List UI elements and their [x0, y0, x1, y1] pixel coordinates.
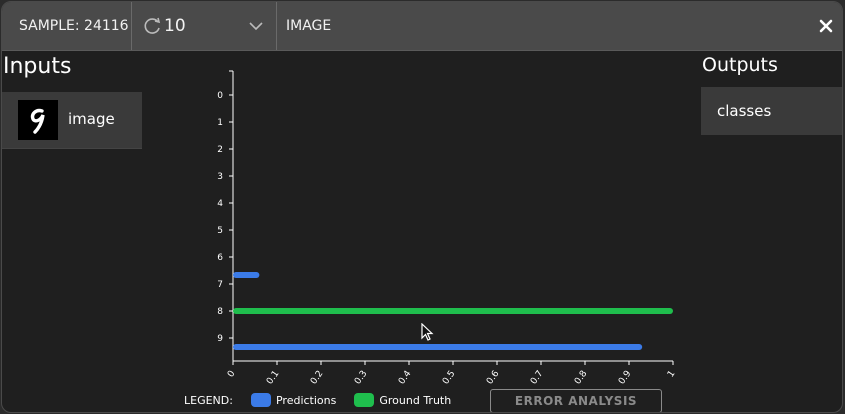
- view-title: IMAGE: [286, 18, 332, 34]
- legend: LEGEND: Predictions Ground Truth: [184, 391, 469, 409]
- y-tick-label: 5: [217, 226, 223, 236]
- error-analysis-button[interactable]: ERROR ANALYSIS: [490, 389, 662, 412]
- x-tick-label: 0.6: [485, 369, 502, 387]
- close-icon[interactable]: [815, 2, 837, 50]
- y-tick-label: 3: [217, 172, 223, 182]
- y-tick-label: 9: [217, 334, 223, 344]
- x-tick-label: 0.2: [309, 369, 325, 386]
- output-item-classes[interactable]: classes: [701, 87, 842, 135]
- top-bar: SAMPLE: 24116 10 IMAGE: [2, 2, 842, 51]
- x-tick-label: 0.7: [529, 369, 545, 386]
- y-tick-label: 8: [217, 307, 223, 317]
- x-tick-label: 0.9: [617, 369, 634, 387]
- divider: [131, 2, 132, 50]
- predictions-bar: [233, 272, 260, 278]
- legend-title: LEGEND:: [184, 393, 233, 407]
- y-tick-label: 0: [217, 91, 223, 101]
- refresh-icon[interactable]: [143, 2, 163, 50]
- ground-truth-swatch: [354, 393, 375, 407]
- image-thumbnail: [18, 100, 58, 140]
- y-tick-label: 6: [217, 253, 223, 263]
- sample-label: SAMPLE: 24116: [19, 18, 129, 34]
- chevron-down-icon[interactable]: [248, 2, 264, 50]
- predictions-swatch: [250, 393, 271, 407]
- x-tick-label: 0.5: [441, 369, 457, 386]
- x-tick-label: 0.8: [573, 369, 590, 387]
- mouse-cursor-icon: [421, 323, 434, 341]
- x-tick-label: 0.1: [265, 369, 281, 386]
- inputs-heading: Inputs: [3, 54, 72, 79]
- legend-entry-ground-truth: Ground Truth: [354, 393, 451, 407]
- input-item-image[interactable]: image: [2, 92, 142, 149]
- predictions-bar: [233, 344, 643, 350]
- ground-truth-bar: [233, 308, 673, 314]
- outputs-heading: Outputs: [702, 54, 778, 76]
- y-tick-label: 1: [217, 118, 223, 128]
- legend-entry-predictions: Predictions: [250, 393, 337, 407]
- legend-label-predictions: Predictions: [275, 393, 337, 407]
- x-tick-label: 0.4: [397, 369, 414, 387]
- legend-label-ground-truth: Ground Truth: [379, 393, 452, 407]
- y-tick-label: 7: [217, 280, 223, 290]
- error-analysis-window: SAMPLE: 24116 10 IMAGE Inputs image Outp…: [1, 1, 843, 413]
- sample-selector-value[interactable]: 10: [164, 2, 186, 50]
- x-tick-label: 0: [226, 369, 238, 380]
- x-tick-label: 0.3: [353, 369, 369, 386]
- x-tick-label: 1: [666, 369, 677, 379]
- output-label: classes: [717, 102, 772, 120]
- y-tick-label: 4: [217, 199, 223, 209]
- input-label: image: [68, 110, 115, 128]
- divider: [276, 2, 277, 50]
- y-tick-label: 2: [217, 145, 223, 155]
